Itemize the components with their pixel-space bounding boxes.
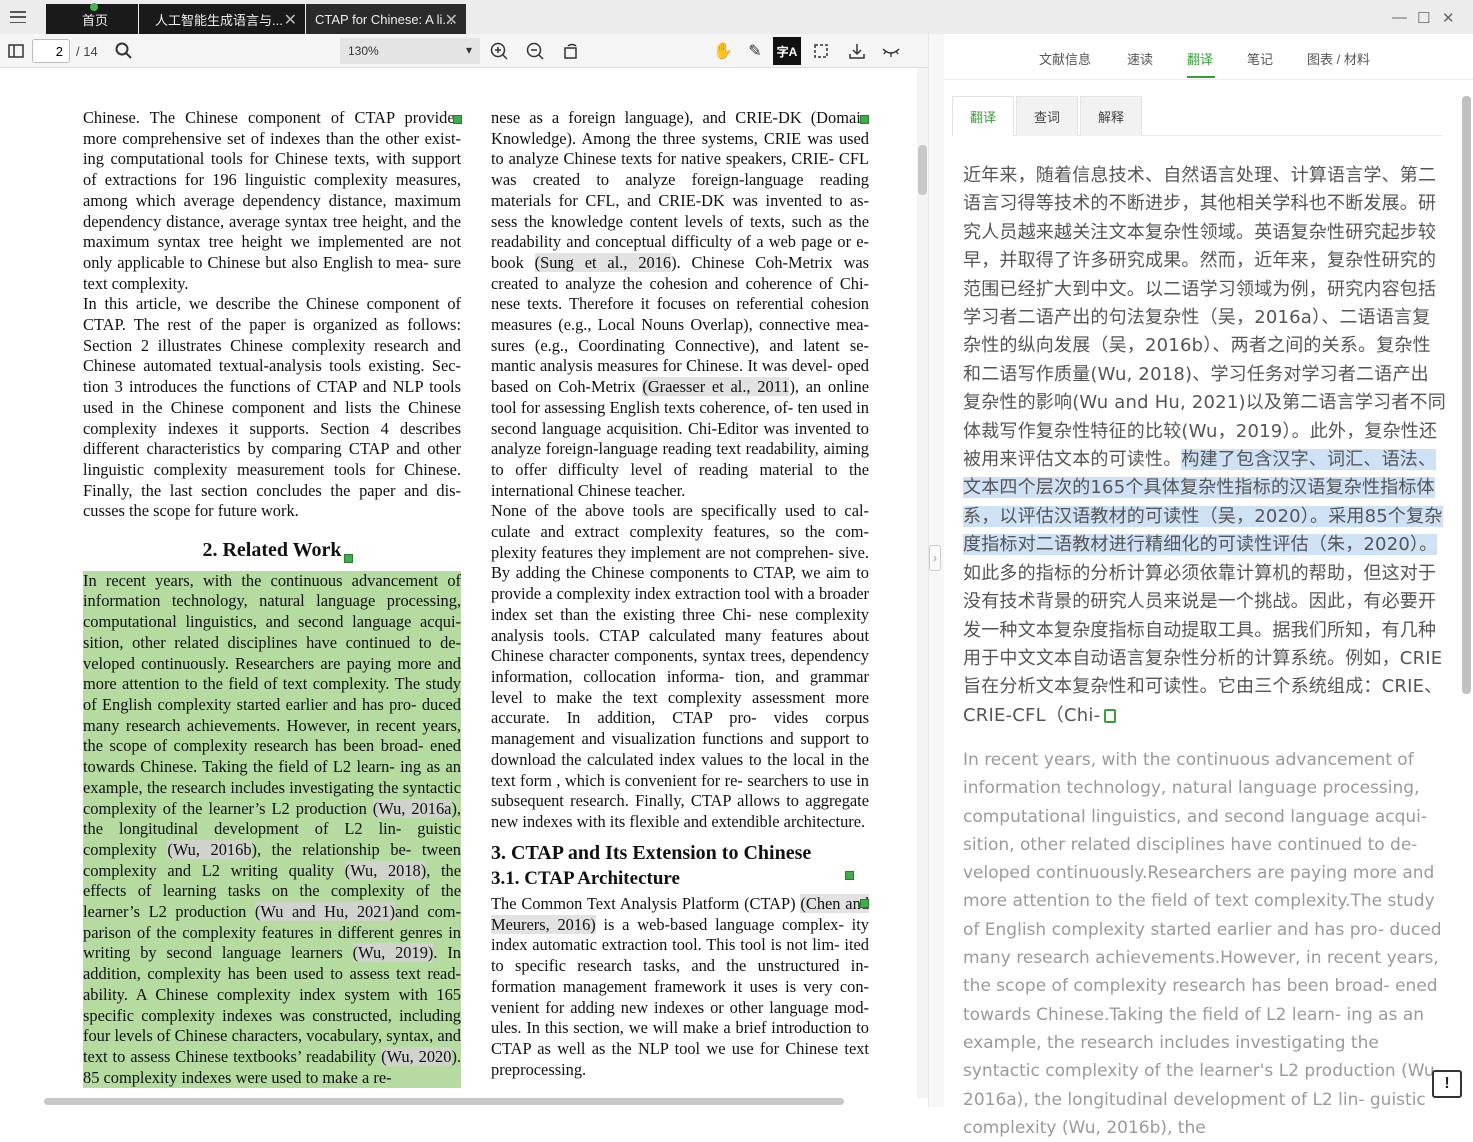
note-marker-icon[interactable]: [860, 899, 869, 908]
citation-link[interactable]: (Graesser et al., 2011: [642, 377, 790, 397]
citation-link[interactable]: (Wu, 2020: [381, 1046, 452, 1066]
tab-document-ai[interactable]: 人工智能生成语言与... ✕: [139, 4, 305, 34]
tab-document-ctap[interactable]: CTAP for Chinese: A li... ✕: [306, 4, 466, 34]
subsection-heading: 3.1. CTAP Architecture: [491, 868, 680, 890]
download-icon[interactable]: [847, 41, 867, 61]
hand-tool-icon[interactable]: ✋: [713, 41, 733, 61]
window-close-icon[interactable]: ✕: [1442, 9, 1455, 27]
note-marker-icon[interactable]: [453, 115, 462, 124]
tab-label: CTAP for Chinese: A li...: [315, 11, 454, 27]
pdf-toolbar: / 14 130% ▾ ✋ ✎ 字A: [0, 34, 928, 68]
zoom-in-icon[interactable]: [489, 41, 509, 61]
panel-scrollbar[interactable]: [1462, 96, 1471, 694]
subtab-lookup[interactable]: 查词: [1016, 96, 1078, 136]
minimize-icon[interactable]: —: [1392, 9, 1407, 26]
citation-link[interactable]: (Wu, 2018): [344, 860, 427, 880]
close-icon[interactable]: ✕: [284, 10, 297, 30]
note-marker-icon[interactable]: [845, 871, 854, 880]
screenshot-icon[interactable]: [811, 41, 831, 61]
paragraph: The Common Text Analysis Platform (CTAP)…: [491, 894, 869, 1079]
zoom-out-icon[interactable]: [525, 41, 545, 61]
citation-link[interactable]: (Sung et al., 2016: [534, 252, 672, 272]
paragraph: nese as a foreign language), and CRIE-DK…: [491, 108, 869, 500]
pdf-page[interactable]: Chinese. The Chinese component of CTAP p…: [0, 68, 917, 1098]
subtab-explain[interactable]: 解释: [1080, 96, 1142, 136]
pen-icon[interactable]: ✎: [745, 41, 765, 61]
sub-tabs: 翻译 查词 解释: [952, 96, 1442, 136]
highlighted-paragraph[interactable]: In recent years, with the continuous adv…: [83, 570, 461, 1089]
translation-output[interactable]: 近年来，随着信息技术、自然语言处理、计算语言学、第二语言习得等技术的不断进步，其…: [963, 162, 1447, 730]
status-dot: [90, 3, 98, 11]
zoom-select[interactable]: 130% ▾: [340, 38, 480, 64]
copy-icon[interactable]: [1104, 708, 1117, 723]
right-column: nese as a foreign language), and CRIE-DK…: [491, 108, 869, 1080]
close-icon[interactable]: ✕: [445, 10, 458, 30]
paragraph: Chinese. The Chinese component of CTAP p…: [83, 108, 461, 293]
scrollbar-thumb[interactable]: [918, 145, 927, 195]
title-bar: 首页 人工智能生成语言与... ✕ CTAP for Chinese: A li…: [0, 0, 1473, 34]
document-scrollbar[interactable]: [917, 68, 928, 1098]
side-panel: 文献信息 速读 翻译 笔记 图表 / 材料 翻译 查词 解释 近年来，随着信息技…: [944, 34, 1473, 1138]
tab-translate[interactable]: 翻译: [1187, 49, 1213, 68]
chevron-down-icon: ▾: [465, 43, 472, 57]
note-marker-icon[interactable]: [860, 115, 869, 124]
section-heading: 3. CTAP and Its Extension to Chinese: [491, 841, 812, 864]
eye-closed-icon[interactable]: [881, 41, 901, 61]
citation-link[interactable]: (Wu, 2016a: [372, 798, 452, 818]
note-marker-icon[interactable]: [344, 554, 353, 563]
tab-notes[interactable]: 笔记: [1247, 49, 1273, 68]
source-text: In recent years, with the continuous adv…: [963, 750, 1442, 1138]
paragraph: In this article, we describe the Chinese…: [83, 294, 461, 521]
left-column: Chinese. The Chinese component of CTAP p…: [83, 108, 461, 1089]
citation-link[interactable]: (Wu, 2016b: [167, 839, 252, 859]
translate-icon[interactable]: 字A: [773, 37, 801, 65]
panel-tabs: 文献信息 速读 翻译 笔记 图表 / 材料: [944, 34, 1473, 80]
section-heading: 2. Related Work: [202, 539, 342, 562]
chevron-right-icon[interactable]: ›: [929, 545, 941, 571]
citation-link[interactable]: (Wu and Hu, 2021): [254, 902, 396, 922]
active-tab-indicator: [1187, 76, 1215, 78]
rotate-icon[interactable]: [561, 41, 581, 61]
sidebar-toggle-icon[interactable]: [6, 41, 26, 61]
page-number-input[interactable]: [32, 39, 70, 63]
horizontal-scrollbar[interactable]: [44, 1098, 844, 1105]
page-total: / 14: [76, 44, 98, 59]
tab-figures-materials[interactable]: 图表 / 材料: [1307, 49, 1370, 68]
feedback-icon[interactable]: !: [1432, 1070, 1462, 1098]
subtab-translate[interactable]: 翻译: [952, 96, 1014, 136]
menu-icon[interactable]: [8, 8, 28, 26]
tab-home[interactable]: 首页: [46, 3, 138, 34]
search-icon[interactable]: [114, 41, 134, 61]
zoom-value: 130%: [348, 44, 379, 58]
tab-label: 人工智能生成语言与...: [155, 12, 283, 28]
paragraph: None of the above tools are specifically…: [491, 501, 869, 831]
tab-label: 首页: [82, 12, 109, 28]
maximize-icon[interactable]: ☐: [1417, 9, 1430, 27]
tab-quick-read[interactable]: 速读: [1127, 49, 1153, 68]
citation-link[interactable]: (Wu, 2019): [352, 943, 434, 963]
tab-literature-info[interactable]: 文献信息: [1039, 49, 1091, 68]
